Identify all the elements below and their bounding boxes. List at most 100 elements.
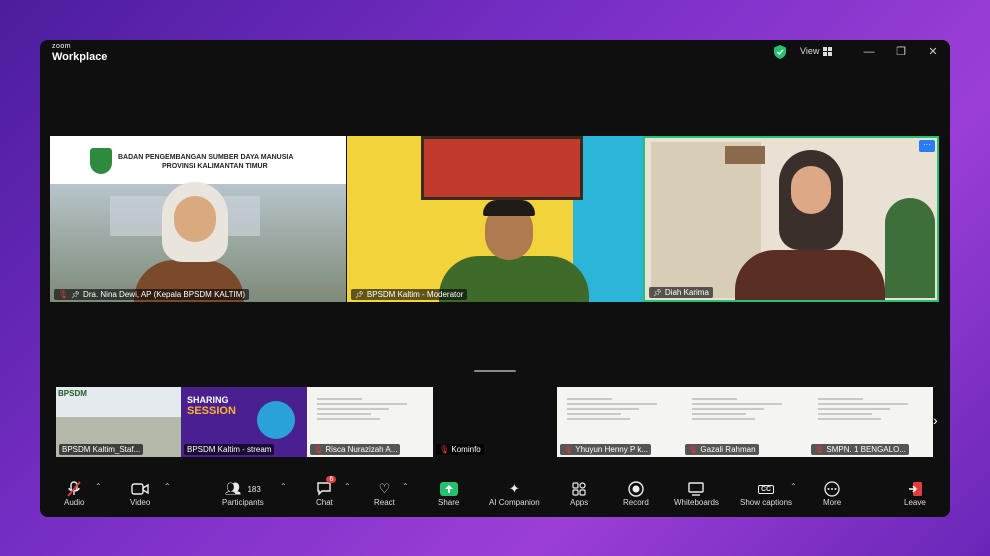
react-button[interactable]: ♡ React (374, 480, 395, 507)
speaker-1-name-tag: 🎙︎ 📌︎ Dra. Nina Dewi, AP (Kepala BPSDM K… (54, 289, 250, 300)
encryption-shield-icon[interactable] (774, 45, 786, 59)
leave-label: Leave (904, 498, 926, 507)
view-button[interactable]: View (800, 46, 833, 56)
zoom-window: zoom Workplace View — ❐ ✕ BADAN PENGEMBA… (40, 40, 950, 517)
share-screen-icon (439, 480, 458, 498)
thumbnail-tile[interactable]: 🎙︎ Yhuyun Henny P k... (557, 387, 682, 457)
tile-more-button[interactable]: ··· (919, 140, 935, 152)
thumbnail-tile[interactable]: 🎙︎ Gazali Rahman (682, 387, 808, 457)
banner-line-1: BADAN PENGEMBANGAN SUMBER DAYA MANUSIA (118, 154, 294, 161)
meeting-toolbar: Audio ⌃ Video ⌃ 👥︎ 183 Participants ⌃ 6 … (40, 472, 950, 517)
view-label: View (800, 46, 820, 56)
thumbnail-tile[interactable]: 🎙︎ Risca Nurazizah A... (307, 387, 433, 457)
share-label: Share (438, 498, 460, 507)
close-icon[interactable]: ✕ (924, 44, 942, 60)
speaker-2-name: BPSDM Kaltim - Moderator (366, 290, 464, 299)
leave-button[interactable]: Leave (904, 480, 926, 507)
thumbnail-name-text: Yhuyun Henny P k... (575, 445, 649, 454)
record-icon (628, 480, 644, 498)
strip-next-arrow-icon[interactable]: › (933, 412, 938, 428)
ai-companion-label: AI Companion (489, 498, 540, 507)
restore-icon[interactable]: ❐ (892, 44, 910, 60)
thumbnail-name: 🎙︎ Risca Nurazizah A... (310, 444, 401, 455)
speaker-1-name: Dra. Nina Dewi, AP (Kepala BPSDM KALTIM) (83, 290, 246, 299)
strip-resize-handle[interactable] (474, 370, 516, 372)
government-emblem-icon (90, 148, 112, 174)
thumbnail-tile[interactable]: 🎙︎ Kominfo (433, 387, 557, 457)
video-camera-icon (131, 480, 149, 498)
thumbnail-tile[interactable]: SHARING SESSION BPSDM Kaltim - stream (181, 387, 307, 457)
mic-muted-icon (67, 480, 81, 498)
thumbnail-name: 🎙︎ Kominfo (436, 444, 484, 455)
apps-icon (572, 480, 586, 498)
more-button[interactable]: More (823, 480, 841, 507)
participants-options-chevron-icon[interactable]: ⌃ (280, 482, 287, 491)
mic-off-icon: 🎙︎ (58, 290, 69, 299)
participants-icon-row: 👥︎ 183 (225, 480, 261, 498)
document-preview (567, 395, 657, 423)
participants-label: Participants (222, 498, 264, 507)
participants-button[interactable]: 👥︎ 183 Participants (222, 480, 264, 507)
thumbnail-name-text: Kominfo (451, 445, 481, 454)
record-button[interactable]: Record (623, 480, 649, 507)
thumbnail-name: 🎙︎ Gazali Rahman (685, 444, 759, 455)
video-button[interactable]: Video (130, 480, 150, 507)
plant (885, 198, 935, 298)
thumbnail-name-text: Risca Nurazizah A... (325, 445, 398, 454)
pin-icon: 📌︎ (355, 291, 364, 299)
minimize-icon[interactable]: — (860, 44, 878, 60)
thumbnail-tile[interactable]: 🎙︎ SMPN. 1 BENGALO... (808, 387, 933, 457)
audio-label: Audio (64, 498, 85, 507)
captions-icon: CC (757, 480, 775, 498)
show-captions-button[interactable]: CC Show captions (740, 480, 792, 507)
react-label: React (374, 498, 395, 507)
speaker-tile-1[interactable]: BADAN PENGEMBANGAN SUMBER DAYA MANUSIA P… (50, 136, 346, 302)
document-preview (818, 395, 908, 423)
thumbnail-name: BPSDM Kaltim_Staf... (59, 444, 144, 455)
speaker-3-name: Diah Karima (664, 288, 709, 297)
audio-options-chevron-icon[interactable]: ⌃ (95, 482, 102, 491)
record-label: Record (623, 498, 649, 507)
audio-button[interactable]: Audio (64, 480, 84, 507)
apps-label: Apps (570, 498, 589, 507)
people-icon: 👥︎ (224, 481, 242, 496)
person-body (735, 250, 885, 300)
captions-options-chevron-icon[interactable]: ⌃ (790, 482, 797, 491)
mic-off-icon: 🎙︎ (313, 445, 324, 454)
share-button[interactable]: Share (438, 480, 459, 507)
person-face (791, 166, 831, 214)
pin-icon: 📌︎ (653, 289, 662, 297)
pin-icon: 📌︎ (71, 291, 81, 299)
apps-button[interactable]: Apps (570, 480, 588, 507)
grid-icon (823, 46, 833, 56)
mic-off-icon: 🎙︎ (563, 445, 574, 454)
app-logo-small: zoom (52, 43, 72, 50)
thumbnail-name-text: SMPN. 1 BENGALO... (826, 445, 906, 454)
whiteboards-button[interactable]: Whiteboards (674, 480, 719, 507)
video-label: Video (130, 498, 151, 507)
leave-icon (907, 480, 923, 498)
chat-icon: 6 (316, 476, 337, 498)
banner-line-2: PROVINSI KALIMANTAN TIMUR (162, 163, 268, 170)
speaker-tile-2[interactable]: 📌︎ BPSDM Kaltim - Moderator (347, 136, 643, 302)
thumbnail-name-text: Gazali Rahman (700, 445, 756, 454)
chat-button[interactable]: 6 Chat (316, 476, 337, 507)
thumbnail-tile[interactable]: BPSDM BPSDM Kaltim_Staf... (56, 387, 181, 457)
ai-companion-button[interactable]: ✦ AI Companion (489, 480, 540, 507)
more-label: More (823, 498, 842, 507)
mic-off-icon: 🎙︎ (688, 445, 699, 454)
mic-off-icon: 🎙︎ (814, 445, 825, 454)
app-logo: Workplace (52, 51, 108, 63)
speaker-tile-3-active[interactable]: ··· 📌︎ Diah Karima (643, 136, 939, 302)
mic-off-icon: 🎙︎ (439, 445, 450, 454)
document-preview (692, 395, 782, 423)
sparkle-icon: ✦ (508, 481, 520, 496)
person-hair (483, 200, 535, 216)
video-options-chevron-icon[interactable]: ⌃ (164, 482, 171, 491)
thumbnail-name: BPSDM Kaltim - stream (184, 444, 275, 455)
heart-icon: ♡ (378, 481, 391, 496)
react-options-chevron-icon[interactable]: ⌃ (402, 482, 409, 491)
chat-options-chevron-icon[interactable]: ⌃ (344, 482, 351, 491)
person-face (174, 196, 216, 242)
document-preview (317, 395, 407, 423)
